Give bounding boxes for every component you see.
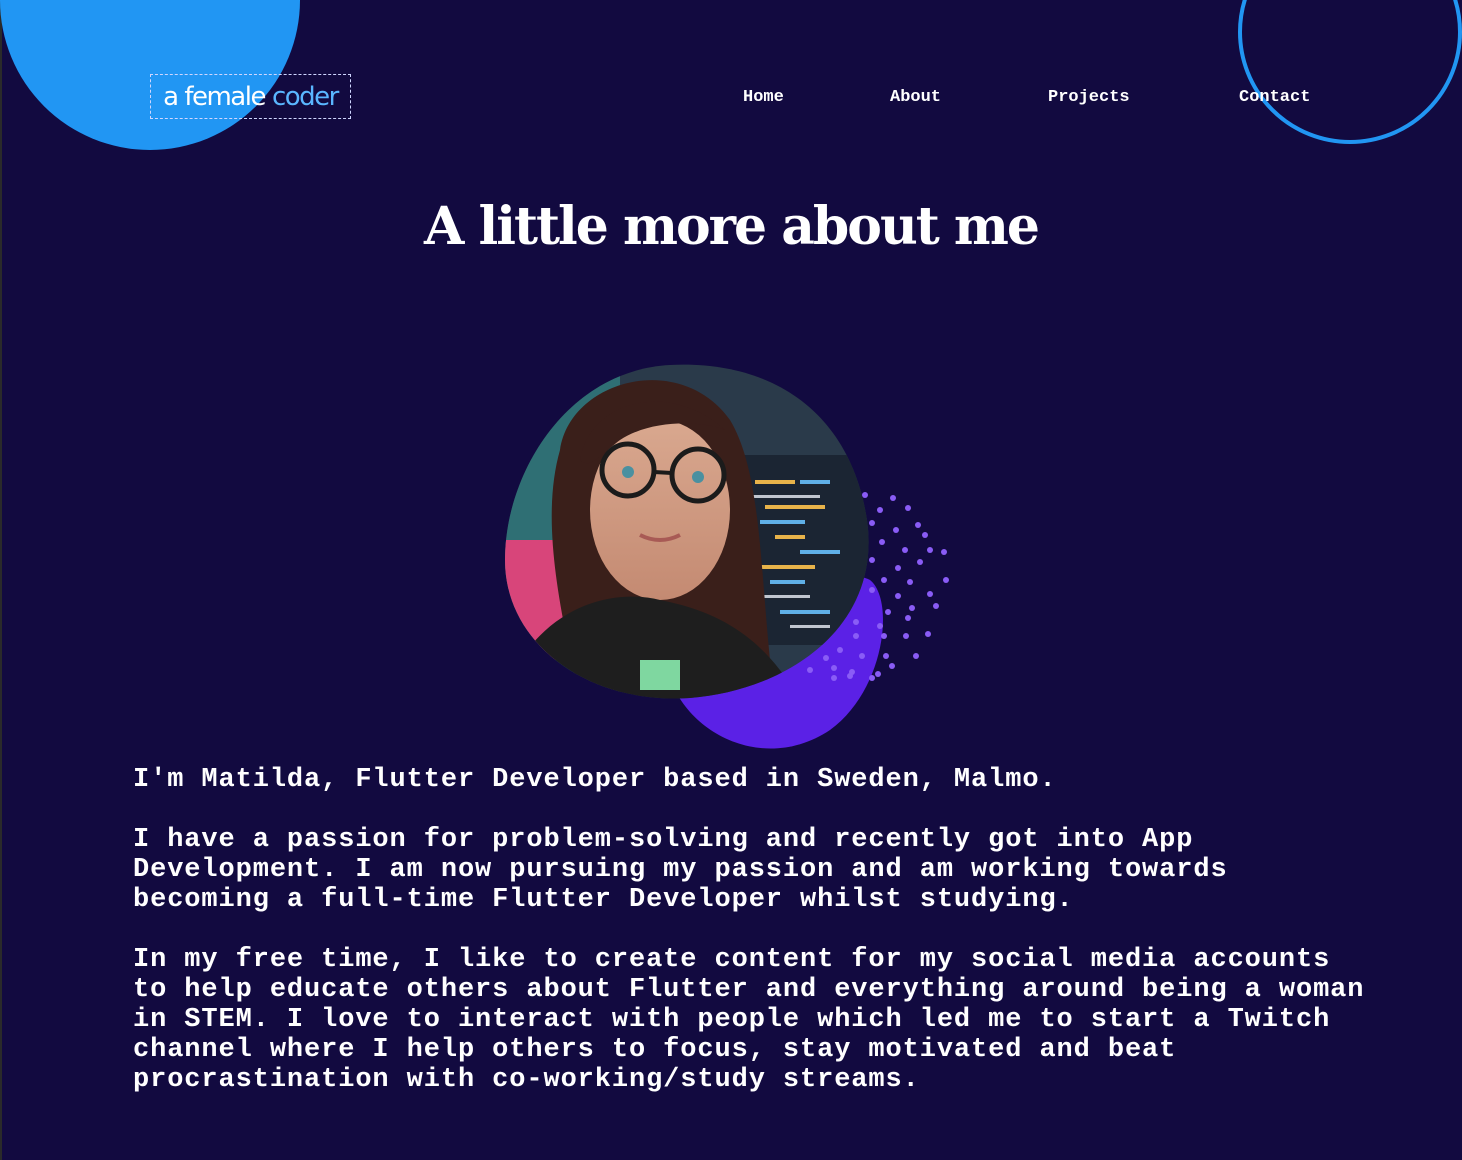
page-left-border — [0, 0, 2, 1160]
page-title: A little more about me — [424, 196, 1040, 257]
bio-paragraph-intro: I'm Matilda, Flutter Developer based in … — [133, 765, 1057, 795]
bio-paragraph-passion: I have a passion for problem-solving and… — [133, 825, 1228, 915]
profile-photo-graphic — [505, 364, 949, 749]
nav-projects[interactable]: Projects — [1048, 87, 1130, 109]
bio-paragraph-free-time: In my free time, I like to create conten… — [133, 945, 1365, 1095]
nav-home[interactable]: Home — [743, 87, 784, 109]
nav-contact[interactable]: Contact — [1239, 87, 1310, 109]
profile-photo-group — [500, 360, 960, 760]
main-nav: Home About Projects Contact — [0, 87, 1462, 111]
about-bio: I'm Matilda, Flutter Developer based in … — [133, 765, 1373, 1125]
nav-about[interactable]: About — [890, 87, 941, 109]
decorative-blue-ring — [1238, 0, 1462, 144]
